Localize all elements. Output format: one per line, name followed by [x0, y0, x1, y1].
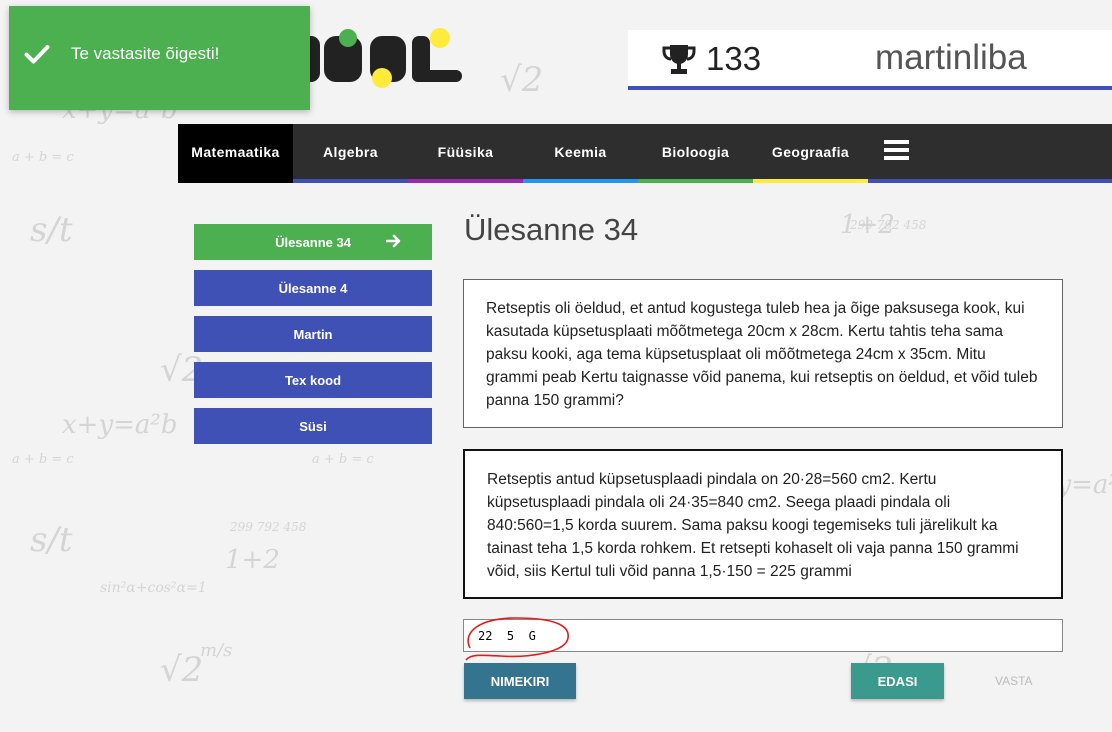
nav-item-matemaatika[interactable]: Matemaatika [178, 124, 293, 183]
sidebar-item-susi[interactable]: Süsi [194, 408, 432, 444]
nav-item-keemia[interactable]: Keemia [523, 124, 638, 183]
user-score-panel: 133 martinliba [628, 30, 1112, 90]
sidebar-item-ulesanne-4[interactable]: Ülesanne 4 [194, 270, 432, 306]
sidebar-item-ulesanne-34[interactable]: Ülesanne 34 [194, 224, 432, 260]
sidebar-item-label: Ülesanne 4 [278, 280, 348, 296]
sidebar-item-label: Ülesanne 34 [275, 234, 351, 250]
success-toast: Te vastasite õigesti! [9, 6, 310, 110]
nav-item-label: Bioloogia [661, 143, 730, 160]
score-value: 133 [706, 40, 762, 77]
submit-button[interactable]: VASTA [995, 674, 1033, 688]
sidebar-item-label: Martin [293, 326, 333, 342]
task-title: Ülesanne 34 [464, 212, 639, 247]
toast-message: Te vastasite õigesti! [71, 44, 220, 63]
nav-item-algebra[interactable]: Algebra [293, 124, 408, 183]
solution-text: Retseptis antud küpsetusplaadi pindala o… [463, 449, 1063, 599]
question-text: Retseptis oli öeldud, et antud kogustega… [463, 279, 1063, 428]
trophy-icon [662, 45, 696, 74]
nav-item-label: Matemaatika [191, 143, 280, 160]
next-button[interactable]: EDASI [851, 663, 944, 699]
list-button[interactable]: NIMEKIRI [464, 663, 576, 699]
nav-item-label: Keemia [554, 143, 607, 160]
arrow-right-icon [386, 234, 401, 248]
nav-item-label: Geograafia [771, 143, 850, 160]
nav-item-fuusika[interactable]: Füüsika [408, 124, 523, 183]
sidebar-item-label: Tex kood [284, 372, 342, 388]
sidebar-item-tex-kood[interactable]: Tex kood [194, 362, 432, 398]
hamburger-menu-icon[interactable] [884, 140, 909, 160]
check-icon [24, 45, 50, 64]
nav-item-label: Füüsika [437, 143, 494, 160]
subject-navbar: Matemaatika Algebra Füüsika Keemia Biolo… [178, 124, 1112, 183]
sidebar-item-label: Süsi [299, 418, 327, 434]
site-logo[interactable] [300, 28, 465, 88]
username[interactable]: martinliba [875, 38, 1027, 78]
nav-item-label: Algebra [323, 143, 378, 160]
nav-item-geograafia[interactable]: Geograafia [753, 124, 868, 183]
sidebar-item-martin[interactable]: Martin [194, 316, 432, 352]
nav-item-bioloogia[interactable]: Bioloogia [638, 124, 753, 183]
answer-input[interactable] [463, 619, 1063, 652]
